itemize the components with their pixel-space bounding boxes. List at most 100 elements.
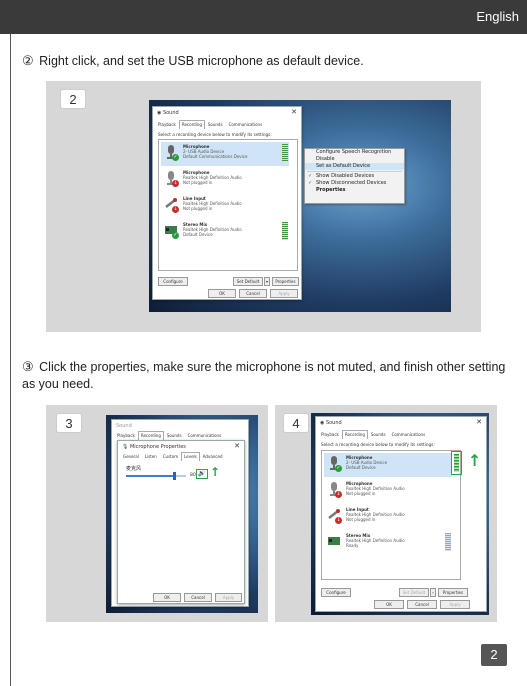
tab-recording[interactable]: Recording (137, 431, 164, 440)
tab-communications[interactable]: Communications (226, 120, 266, 129)
tab-general[interactable]: General (120, 452, 142, 461)
menu-item-show-disconnected[interactable]: ✓ Show Disconnected Devices (305, 180, 404, 187)
tab-listen[interactable]: Listen (142, 452, 160, 461)
tab-playback[interactable]: Playback (155, 120, 179, 129)
tab-communications[interactable]: Communications (389, 430, 429, 439)
tab-recording[interactable]: Recording (341, 430, 368, 439)
tab-playback[interactable]: Playback (114, 431, 138, 440)
device-status: Default Device (183, 232, 213, 237)
mic-props-title: 🎙 Microphone Properties (122, 444, 186, 450)
arrow-up-icon: ↑ (468, 451, 482, 470)
step2-badge: 2 (60, 89, 86, 109)
tab-sounds[interactable]: Sounds (205, 120, 226, 129)
sound-card-icon (328, 537, 340, 545)
mic-props-tabs: General Listen Custom Levels Advanced (120, 452, 226, 461)
level-label: 麦克风 (126, 466, 142, 472)
menu-item-properties[interactable]: Properties (305, 187, 404, 194)
speaker-icon[interactable]: 🔊 (198, 470, 205, 477)
configure-button[interactable]: Configure (321, 588, 351, 597)
device-row-line-input[interactable]: ↓ Line Input Realtek High Definition Aud… (161, 194, 289, 218)
cancel-button[interactable]: Cancel (407, 600, 437, 609)
device-row-usb-mic[interactable]: ✓ Microphone 2- USB Audio Device Default… (324, 453, 452, 477)
tab-playback[interactable]: Playback (318, 430, 342, 439)
ok-button[interactable]: OK (208, 289, 236, 298)
sound-dialog-title: ◉ Sound (157, 110, 179, 116)
apply-button[interactable]: Apply (440, 600, 470, 609)
step2-text: Right click, and set the USB microphone … (39, 54, 364, 68)
menu-item-disable[interactable]: Disable (305, 156, 404, 163)
device-row-stereo-mix[interactable]: ✓ Stereo Mix Realtek High Definition Aud… (161, 220, 289, 244)
close-icon[interactable]: ✕ (234, 442, 240, 450)
default-check-icon: ✓ (172, 232, 179, 239)
set-default-dropdown[interactable]: ▾ (430, 588, 436, 597)
device-row-stereo-mix[interactable]: Stereo Mix Realtek High Definition Audio… (324, 531, 452, 555)
tab-communications[interactable]: Communications (185, 431, 225, 440)
desktop-background: ◉ Sound ✕ Playback Recording Sounds Comm… (149, 100, 451, 312)
device-row-line-input[interactable]: ↓ Line Input Realtek High Definition Aud… (324, 505, 452, 529)
close-icon[interactable]: ✕ (476, 418, 482, 426)
device-status: Default Communications Device (183, 154, 248, 159)
configure-button[interactable]: Configure (158, 277, 188, 286)
ok-button[interactable]: OK (153, 593, 181, 602)
properties-button[interactable]: Properties (272, 277, 299, 286)
close-icon[interactable]: ✕ (291, 108, 297, 116)
step3-instruction: ③ Click the properties, make sure the mi… (22, 358, 512, 393)
desktop-background: ◉ Sound ✕ Playback Recording Sounds Comm… (311, 413, 489, 615)
arrow-up-icon: ↑ (210, 465, 221, 479)
desktop-background: Sound Playback Recording Sounds Communic… (106, 415, 258, 613)
menu-divider (307, 171, 402, 172)
menu-item-configure-speech[interactable]: Configure Speech Recognition (305, 149, 404, 156)
check-icon: ✓ (308, 180, 313, 186)
tab-custom[interactable]: Custom (160, 452, 181, 461)
set-default-dropdown[interactable]: ▾ (264, 277, 270, 286)
device-list: ✓ Microphone 2- USB Audio Device Default… (158, 139, 298, 271)
default-check-icon: ✓ (335, 465, 342, 472)
sound-tabs: Playback Recording Sounds Communications (318, 430, 428, 439)
sound-tabs: Playback Recording Sounds Communications (155, 120, 265, 129)
device-status: Not plugged in (346, 491, 376, 496)
set-default-button[interactable]: Set Default (399, 588, 429, 597)
unplugged-icon: ↓ (335, 517, 342, 524)
step3-panel: 3 Sound Playback Recording Sounds Commun… (46, 405, 268, 622)
step3-number: ③ (22, 359, 34, 374)
sound-tabs: Playback Recording Sounds Communications (114, 431, 224, 440)
sound-dialog-title: ◉ Sound (320, 420, 342, 426)
device-row-realtek-mic[interactable]: ↓ Microphone Realtek High Definition Aud… (161, 168, 289, 192)
tab-levels[interactable]: Levels (181, 452, 200, 461)
cancel-button[interactable]: Cancel (239, 289, 267, 298)
apply-button[interactable]: Apply (270, 289, 298, 298)
device-list: ✓ Microphone 2- USB Audio Device Default… (321, 450, 461, 580)
device-status: Ready (346, 543, 359, 548)
language-label: English (476, 9, 519, 24)
step3-badge: 3 (56, 413, 82, 433)
mute-highlight-box: 🔊 (196, 469, 208, 479)
tab-advanced[interactable]: Advanced (200, 452, 226, 461)
properties-button[interactable]: Properties (438, 588, 468, 597)
unplugged-icon: ↓ (172, 180, 179, 187)
step2-number: ② (22, 53, 34, 68)
page-number: 2 (481, 644, 507, 666)
tab-sounds[interactable]: Sounds (368, 430, 389, 439)
sound-dialog-behind: Sound Playback Recording Sounds Communic… (111, 419, 249, 607)
set-default-button[interactable]: Set Default (233, 277, 263, 286)
level-slider-track[interactable] (126, 472, 186, 480)
ok-button[interactable]: OK (374, 600, 404, 609)
active-level-meter (454, 454, 459, 472)
menu-item-set-default[interactable]: Set as Default Device (305, 163, 404, 170)
tab-recording[interactable]: Recording (178, 120, 205, 129)
level-slider-thumb[interactable] (172, 472, 176, 480)
device-row-usb-mic[interactable]: ✓ Microphone 2- USB Audio Device Default… (161, 142, 289, 166)
tab-sounds[interactable]: Sounds (164, 431, 185, 440)
menu-item-show-disabled[interactable]: ✓ Show Disabled Devices (305, 173, 404, 180)
device-row-realtek-mic[interactable]: ↓ Microphone Realtek High Definition Aud… (324, 479, 452, 503)
device-status: Not plugged in (183, 206, 213, 211)
level-slider-fill (126, 475, 174, 477)
level-meter (282, 144, 288, 162)
sound-dialog: ◉ Sound ✕ Playback Recording Sounds Comm… (152, 106, 302, 300)
device-status: Not plugged in (346, 517, 376, 522)
cancel-button[interactable]: Cancel (184, 593, 212, 602)
unplugged-icon: ↓ (172, 206, 179, 213)
device-status: Default Device (346, 465, 376, 470)
apply-button[interactable]: Apply (215, 593, 242, 602)
step4-badge: 4 (283, 413, 309, 433)
